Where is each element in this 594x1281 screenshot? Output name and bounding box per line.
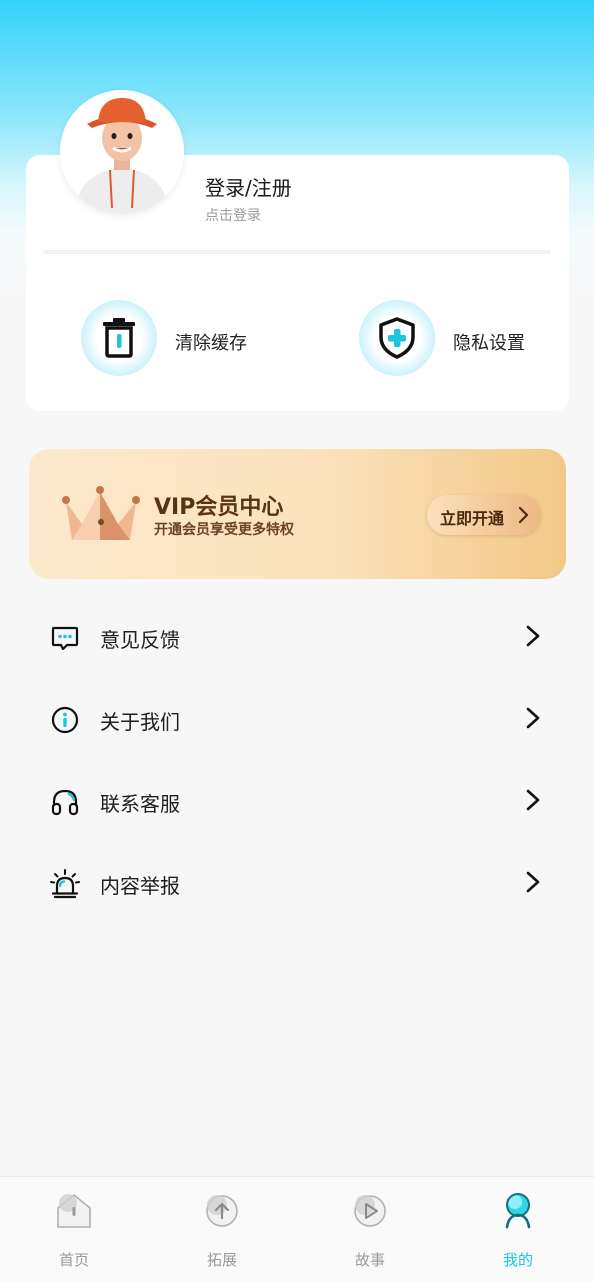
tab-mine[interactable]: 我的 xyxy=(444,1177,592,1281)
crown-icon xyxy=(62,486,140,540)
vip-title: VIP会员中心 xyxy=(154,495,284,520)
headset-icon xyxy=(51,789,79,816)
vip-open-button[interactable]: 立即开通 xyxy=(427,495,541,535)
menu-label-report: 内容举报 xyxy=(100,874,180,898)
card-divider xyxy=(43,250,551,254)
expand-icon xyxy=(206,1195,238,1227)
bottom-tab-bar: 首页 拓展 故事 我的 xyxy=(0,1176,594,1281)
menu-label-feedback: 意见反馈 xyxy=(100,628,180,652)
tab-label-home: 首页 xyxy=(58,1251,89,1269)
chevron-right-icon xyxy=(526,707,540,729)
menu-label-customer-service: 联系客服 xyxy=(100,792,180,816)
feedback-icon xyxy=(51,626,79,651)
tab-label-expand: 拓展 xyxy=(206,1251,237,1269)
menu-label-about: 关于我们 xyxy=(100,710,180,734)
avatar-illustration-icon xyxy=(60,90,184,214)
menu-item-about[interactable]: 关于我们 xyxy=(0,688,594,748)
story-play-icon xyxy=(354,1195,386,1227)
chevron-right-icon xyxy=(518,506,529,524)
user-avatar[interactable] xyxy=(60,90,184,214)
alarm-icon xyxy=(50,869,80,899)
login-subtitle[interactable]: 点击登录 xyxy=(205,205,261,225)
vip-subtitle: 开通会员享受更多特权 xyxy=(154,522,294,538)
chevron-right-icon xyxy=(526,625,540,647)
info-icon xyxy=(51,706,79,734)
clear-cache-button[interactable] xyxy=(81,300,157,376)
tab-label-mine: 我的 xyxy=(502,1251,533,1269)
vip-open-button-label: 立即开通 xyxy=(440,509,505,528)
privacy-settings-button[interactable] xyxy=(359,300,435,376)
tab-story[interactable]: 故事 xyxy=(296,1177,444,1281)
chevron-right-icon xyxy=(526,871,540,893)
login-title[interactable]: 登录/注册 xyxy=(205,172,292,201)
clear-cache-label[interactable]: 清除缓存 xyxy=(175,329,247,355)
trash-icon xyxy=(103,318,135,358)
tab-home[interactable]: 首页 xyxy=(0,1177,148,1281)
chevron-right-icon xyxy=(526,789,540,811)
menu-item-feedback[interactable]: 意见反馈 xyxy=(0,606,594,666)
profile-icon xyxy=(505,1193,531,1229)
home-icon xyxy=(57,1193,91,1228)
tab-expand[interactable]: 拓展 xyxy=(148,1177,296,1281)
tab-label-story: 故事 xyxy=(354,1251,385,1269)
menu-item-customer-service[interactable]: 联系客服 xyxy=(0,770,594,830)
privacy-settings-label[interactable]: 隐私设置 xyxy=(453,329,525,355)
shield-plus-icon xyxy=(379,317,415,359)
menu-item-report[interactable]: 内容举报 xyxy=(0,852,594,912)
